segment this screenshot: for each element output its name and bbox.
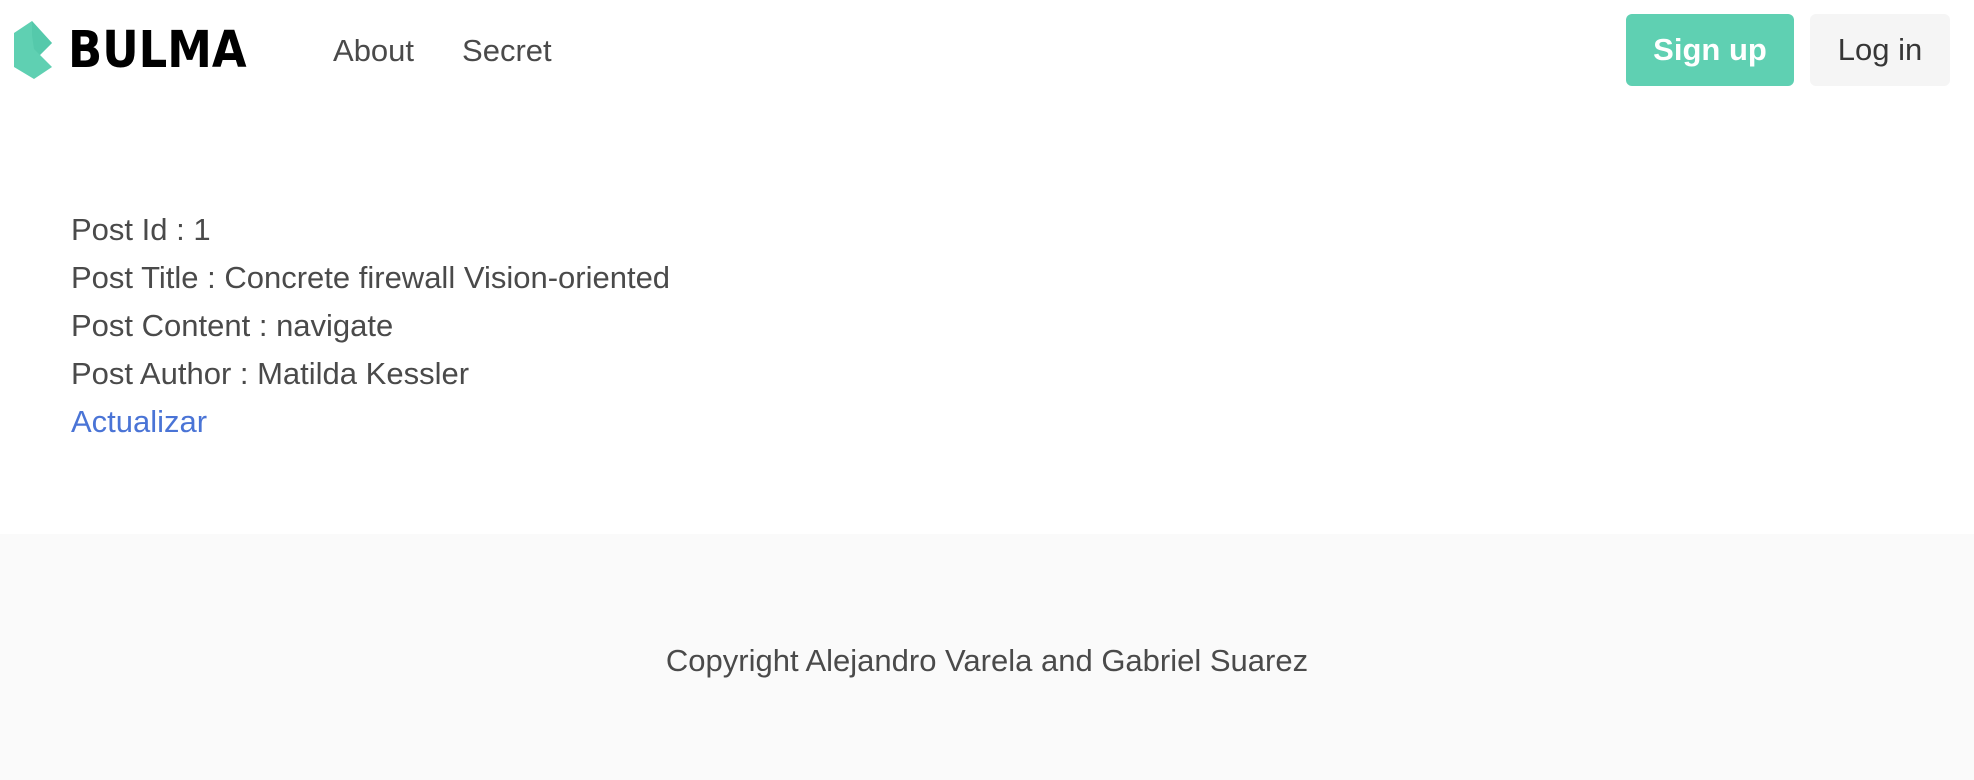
navbar: BULMA About Secret Sign up Log in	[0, 0, 1974, 100]
update-link[interactable]: Actualizar	[71, 398, 207, 446]
login-button[interactable]: Log in	[1810, 14, 1950, 86]
brand-name: BULMA	[68, 20, 247, 80]
post-author-row: Post Author : Matilda Kessler	[71, 350, 1974, 398]
brand-link[interactable]: BULMA	[14, 21, 271, 79]
post-title-row: Post Title : Concrete firewall Vision-or…	[71, 254, 1974, 302]
post-id-row: Post Id : 1	[71, 206, 1974, 254]
post-title-label: Post Title :	[71, 260, 225, 295]
nav-link-about[interactable]: About	[309, 35, 438, 66]
post-content-label: Post Content :	[71, 308, 277, 343]
post-author-value: Matilda Kessler	[257, 356, 470, 391]
post-content-row: Post Content : navigate	[71, 302, 1974, 350]
footer: Copyright Alejandro Varela and Gabriel S…	[0, 534, 1974, 780]
footer-copyright: Copyright Alejandro Varela and Gabriel S…	[665, 643, 1309, 678]
signup-button[interactable]: Sign up	[1626, 14, 1794, 86]
bulma-logo-icon	[14, 21, 54, 79]
post-details: Post Id : 1 Post Title : Concrete firewa…	[0, 100, 1974, 534]
post-id-label: Post Id :	[71, 212, 194, 247]
post-author-label: Post Author :	[71, 356, 258, 391]
post-content-value: navigate	[276, 308, 394, 343]
post-title-value: Concrete firewall Vision-oriented	[224, 260, 671, 295]
nav-link-secret[interactable]: Secret	[438, 35, 576, 66]
nav-links: About Secret	[283, 35, 576, 66]
nav-actions: Sign up Log in	[1626, 14, 1950, 86]
post-id-value: 1	[193, 212, 211, 247]
